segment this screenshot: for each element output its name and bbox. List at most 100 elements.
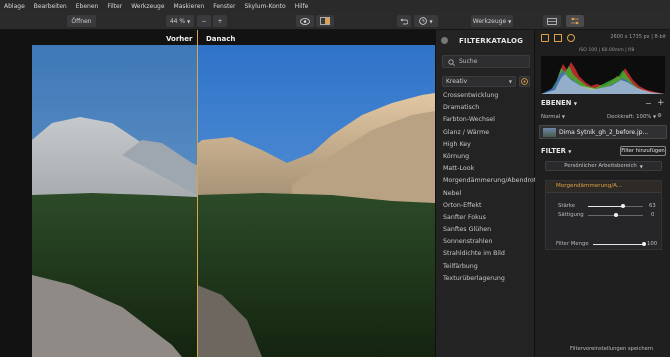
filter-list-item[interactable]: Morgendämmerung/Abendrot <box>443 177 535 189</box>
workspace-dropdown[interactable]: Persönlicher Arbeitsbereich ▼ <box>545 161 662 171</box>
filter-list-item[interactable]: Teilfärbung <box>443 263 535 275</box>
opacity-value: Deckkraft: 100% <box>607 114 652 120</box>
compare-toggle-button[interactable] <box>316 15 334 27</box>
favorite-filters-button[interactable] <box>519 76 530 87</box>
save-filter-preset-button[interactable]: Filtervoreinstellungen speichern <box>570 346 653 352</box>
strength-slider-fill <box>588 206 623 207</box>
crop-icon[interactable] <box>567 34 575 42</box>
filter-search-input[interactable]: Suche <box>442 55 530 68</box>
menu-filter[interactable]: Filter <box>107 3 122 10</box>
chevron-down-icon: ▼ <box>573 101 577 106</box>
filter-list-item[interactable]: Texturüberlagerung <box>443 275 535 287</box>
layer-name: Dima Sytnik_gh_2_before.jp... <box>559 129 649 136</box>
filter-list-item[interactable]: High Key <box>443 141 535 153</box>
category-dropdown[interactable]: Kreativ ▼ <box>442 76 516 87</box>
zoom-value: 44 % <box>169 17 186 25</box>
histogram-graph <box>541 62 665 94</box>
layout-button[interactable] <box>543 15 561 27</box>
layers-section-title[interactable]: EBENEN ▼ <box>541 99 577 107</box>
chevron-down-icon: ▼ <box>568 149 572 154</box>
opacity-dropdown[interactable]: Deckkraft: 100% ▼ <box>607 114 656 120</box>
remove-layer-button[interactable]: − <box>645 99 652 108</box>
filter-list-item[interactable]: Strahldichte im Bild <box>443 250 535 262</box>
sliders-icon <box>571 17 579 25</box>
filter-amount-slider-knob[interactable] <box>642 242 646 246</box>
image-dimensions: 2600 x 1735 px | 8-bit <box>610 34 666 40</box>
exif-info: ISO 100 | 60.00mm | f/8 <box>579 48 635 53</box>
filter-amount-slider-fill <box>593 244 644 245</box>
toolbar: Öffnen 44 % ▼ − + ▼ Werkzeuge ▼ <box>0 12 670 30</box>
tools-label: Werkzeuge <box>472 17 507 25</box>
filter-list-item[interactable]: Sonnenstrahlen <box>443 238 535 250</box>
blend-mode-value: Normal <box>541 114 561 120</box>
filter-list-item[interactable]: Matt-Look <box>443 165 535 177</box>
zoom-dropdown[interactable]: 44 % ▼ <box>166 15 194 27</box>
menu-bar: Ablage Bearbeiten Ebenen Filter Werkzeug… <box>0 0 670 12</box>
add-layer-button[interactable]: + <box>657 98 665 108</box>
right-panel: 2600 x 1735 px | 8-bit ISO 100 | 60.00mm… <box>535 30 670 357</box>
history-button[interactable]: ▼ <box>414 15 438 27</box>
filter-list-item[interactable]: Crossentwicklung <box>443 92 535 104</box>
blend-mode-dropdown[interactable]: Normal ▼ <box>541 114 565 120</box>
filter-list-item[interactable]: Orton-Effekt <box>443 202 535 214</box>
menu-werkzeuge[interactable]: Werkzeuge <box>131 3 164 10</box>
preview-eye-button[interactable] <box>296 15 314 27</box>
tools-dropdown[interactable]: Werkzeuge ▼ <box>471 15 513 27</box>
active-filter-name[interactable]: Morgendämmerung/A... <box>546 181 661 193</box>
chevron-down-icon: ▼ <box>508 18 512 24</box>
workspace-value: Persönlicher Arbeitsbereich <box>564 163 637 169</box>
menu-skylum-konto[interactable]: Skylum-Konto <box>244 3 285 10</box>
before-label: Vorher <box>166 35 193 43</box>
strength-slider-knob[interactable] <box>620 204 625 208</box>
filter-list-item[interactable]: Sanftes Glühen <box>443 226 535 238</box>
menu-ablage[interactable]: Ablage <box>4 3 25 10</box>
layer-settings-icon[interactable]: ⚙ <box>657 113 662 119</box>
filter-catalog-panel: FILTERKATALOG Suche Kreativ ▼ Crossentwi… <box>435 30 535 357</box>
filter-list-item[interactable]: Farbton-Wechsel <box>443 116 535 128</box>
zoom-in-button[interactable]: + <box>213 15 227 27</box>
filter-list-item[interactable]: Nebel <box>443 190 535 202</box>
landscape-photo[interactable] <box>32 45 435 357</box>
open-button[interactable]: Öffnen <box>67 15 96 27</box>
layers-title-text: EBENEN <box>541 99 572 107</box>
menu-maskieren[interactable]: Maskieren <box>174 3 205 10</box>
close-icon[interactable] <box>441 37 448 44</box>
filter-list-item[interactable]: Sanfter Fokus <box>443 214 535 226</box>
layer-item[interactable]: Dima Sytnik_gh_2_before.jp... <box>539 125 667 139</box>
chevron-down-icon: ▼ <box>561 114 565 119</box>
active-filter-card: Morgendämmerung/A... Stärke 63 Sättigung… <box>545 180 662 250</box>
search-placeholder: Suche <box>459 58 478 65</box>
filter-list: Crossentwicklung Dramatisch Farbton-Wechse… <box>443 92 535 287</box>
adjustments-button[interactable] <box>566 15 584 27</box>
undo-icon <box>400 18 408 24</box>
menu-ebenen[interactable]: Ebenen <box>76 3 99 10</box>
filter-section-title[interactable]: FILTER ▼ <box>541 147 571 155</box>
layers-icon[interactable] <box>541 34 549 42</box>
filter-list-item[interactable]: Körnung <box>443 153 535 165</box>
histogram <box>541 56 665 94</box>
menu-hilfe[interactable]: Hilfe <box>295 3 309 10</box>
landscape-image <box>32 45 435 357</box>
chevron-down-icon: ▼ <box>187 18 191 24</box>
filter-list-item[interactable]: Dramatisch <box>443 104 535 116</box>
menu-bearbeiten[interactable]: Bearbeiten <box>34 3 67 10</box>
split-view-icon <box>320 17 330 25</box>
add-filter-button[interactable]: Filter hinzufügen <box>620 146 666 156</box>
saturation-slider-knob[interactable] <box>613 213 618 217</box>
search-icon <box>448 59 455 66</box>
undo-button[interactable] <box>397 15 411 27</box>
menu-fenster[interactable]: Fenster <box>213 3 235 10</box>
saturation-label: Sättigung <box>558 212 584 218</box>
before-after-divider-handle[interactable] <box>197 30 198 357</box>
catalog-title: FILTERKATALOG <box>459 37 524 45</box>
chevron-down-icon: ▼ <box>639 163 643 169</box>
chevron-down-icon: ▼ <box>652 114 657 119</box>
filter-list-item[interactable]: Glanz / Wärme <box>443 129 535 141</box>
filter-amount-label: Filter Menge <box>556 241 589 247</box>
after-label: Danach <box>206 35 236 43</box>
star-circle-icon <box>521 78 528 85</box>
panels-icon <box>547 17 557 25</box>
zoom-out-button[interactable]: − <box>197 15 211 27</box>
saturation-value: 0 <box>651 212 655 218</box>
info-icon[interactable] <box>554 34 562 42</box>
